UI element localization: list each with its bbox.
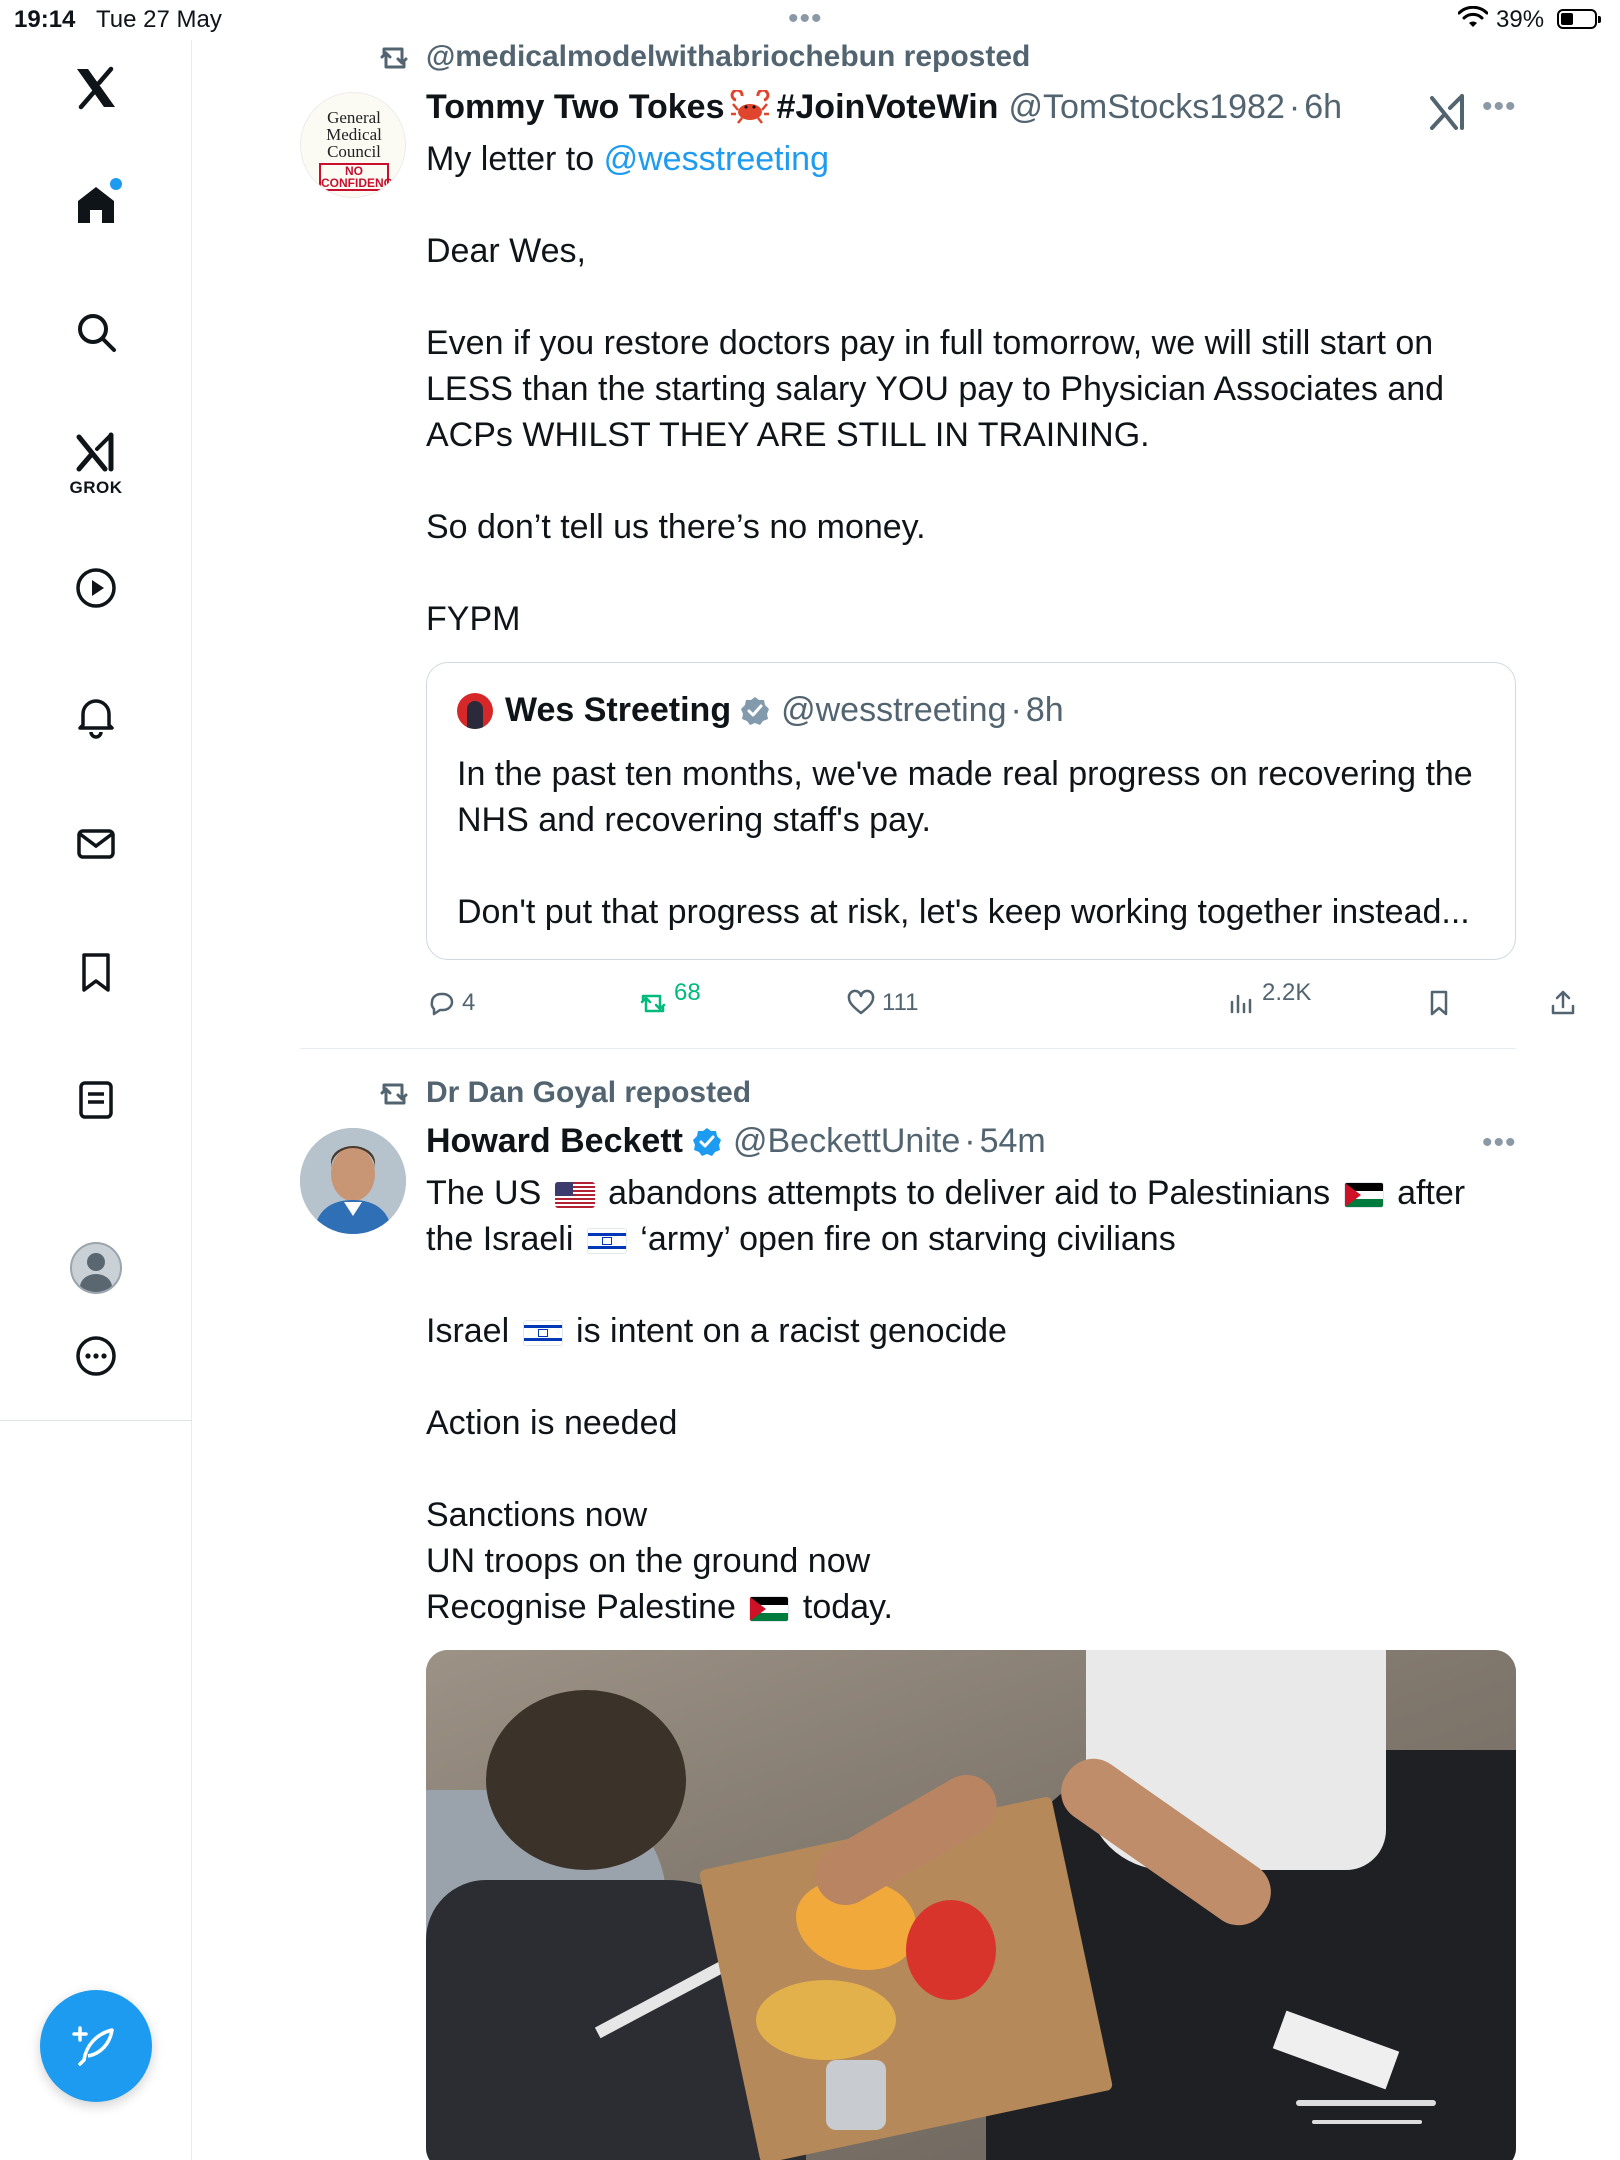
- repost-by-label: Dr Dan Goyal reposted: [426, 1076, 752, 1109]
- separator-dot: ·: [1010, 691, 1022, 729]
- sidebar-nav: GROK: [0, 40, 192, 2160]
- search-icon[interactable]: [66, 302, 126, 362]
- mention-link[interactable]: @wesstreeting: [604, 140, 829, 178]
- quote-text: In the past ten months, we've made real …: [457, 755, 1483, 931]
- repost-icon: [640, 994, 666, 1013]
- author-name[interactable]: Howard Beckett: [426, 1122, 683, 1161]
- verified-badge-icon: [741, 696, 770, 725]
- wifi-icon: [1458, 6, 1488, 27]
- repost-icon: [380, 1083, 408, 1105]
- author-handle[interactable]: @TomStocks1982: [1008, 88, 1284, 127]
- video-watermark: [1296, 2090, 1456, 2140]
- quote-header: Wes Streeting @wesstreeting · 8h: [457, 691, 1064, 730]
- author-avatar[interactable]: [300, 1128, 406, 1234]
- separator-dot: ·: [964, 1122, 976, 1160]
- bookmark-icon: [1430, 990, 1448, 1016]
- view-count: 2.2K: [1262, 979, 1312, 1006]
- like-button[interactable]: 111: [846, 988, 918, 1018]
- x-logo-icon[interactable]: [66, 58, 126, 118]
- notifications-icon[interactable]: [66, 686, 126, 746]
- quote-author-name: Wes Streeting: [505, 691, 732, 729]
- tweet-divider: [300, 1048, 1516, 1049]
- author-avatar[interactable]: General Medical Council NO CONFIDENCE: [300, 92, 406, 198]
- author-name[interactable]: Tommy Two Tokes: [426, 88, 724, 127]
- grok-explain-icon[interactable]: [1428, 92, 1470, 134]
- repost-indicator[interactable]: Dr Dan Goyal reposted: [378, 1076, 751, 1110]
- israel-flag-icon: [586, 1228, 627, 1254]
- tweet-text: The US abandons attempts to deliver aid …: [426, 1174, 1466, 1626]
- status-bar: 19:14 Tue 27 May ••• 39%: [0, 0, 1620, 40]
- tweet-header: Tommy Two Tokes #JoinVoteWin @TomStocks1…: [426, 88, 1342, 127]
- share-icon: [1551, 990, 1575, 1015]
- no-confidence-stamp: NO CONFIDENCE: [319, 163, 401, 191]
- timeline-feed: @medicalmodelwithabriochebun reposted Ge…: [192, 40, 1620, 2160]
- compose-feather-icon: [72, 2026, 114, 2066]
- repost-indicator[interactable]: @medicalmodelwithabriochebun reposted: [378, 40, 1030, 74]
- palestine-flag-icon: [749, 1596, 790, 1622]
- repost-count: 68: [674, 979, 701, 1006]
- tweet-text: My letter to @wesstreeting Dear Wes, Eve…: [426, 140, 1452, 638]
- quoted-tweet[interactable]: Wes Streeting @wesstreeting · 8h In the …: [426, 662, 1516, 960]
- video-icon[interactable]: [66, 558, 126, 618]
- bookmark-button[interactable]: [1424, 988, 1460, 1018]
- tweet-time[interactable]: 54m: [980, 1122, 1046, 1161]
- tweet-video-thumbnail[interactable]: [426, 1650, 1516, 2160]
- like-count: 111: [882, 989, 919, 1016]
- crab-emoji-icon: [731, 89, 770, 124]
- author-handle[interactable]: @BeckettUnite: [733, 1122, 960, 1161]
- reply-count: 4: [462, 989, 476, 1016]
- author-photo: [300, 1128, 406, 1234]
- battery-level: [1561, 13, 1573, 25]
- battery-percent: 39%: [1496, 6, 1545, 33]
- avatar-logo-text: General Medical Council: [326, 108, 382, 161]
- grok-label: GROK: [69, 478, 123, 497]
- quote-author-handle: @wesstreeting: [781, 691, 1007, 729]
- more-icon[interactable]: [66, 1326, 126, 1386]
- repost-button[interactable]: 68: [638, 979, 701, 1018]
- reply-button[interactable]: 4: [426, 988, 475, 1018]
- author-hashtag[interactable]: #JoinVoteWin: [776, 88, 998, 127]
- verified-badge-icon: [692, 1127, 721, 1156]
- more-options-icon[interactable]: •••: [1482, 1126, 1517, 1160]
- israel-flag-icon: [522, 1320, 563, 1346]
- messages-icon[interactable]: [66, 814, 126, 874]
- lists-icon[interactable]: [66, 1070, 126, 1130]
- share-button[interactable]: [1548, 988, 1584, 1018]
- tweet-header: Howard Beckett @BeckettUnite · 54m: [426, 1122, 1046, 1161]
- tweet-time[interactable]: 6h: [1304, 88, 1342, 127]
- profile-avatar[interactable]: [70, 1242, 122, 1294]
- home-icon[interactable]: [66, 174, 126, 234]
- repost-icon: [380, 47, 408, 69]
- tweet-actions: 4 68 111 2.2K: [426, 979, 1575, 1038]
- us-flag-icon: [554, 1182, 595, 1208]
- compose-button[interactable]: [40, 1990, 152, 2102]
- palestine-flag-icon: [1343, 1182, 1384, 1208]
- views-chart-icon: [1230, 994, 1252, 1014]
- notification-dot: [110, 178, 122, 190]
- views-button[interactable]: 2.2K: [1226, 979, 1311, 1018]
- repost-by-label: @medicalmodelwithabriochebun reposted: [426, 40, 1031, 73]
- heart-icon: [847, 989, 875, 1015]
- grok-icon[interactable]: [66, 422, 126, 482]
- quote-time: 8h: [1025, 691, 1064, 729]
- status-time: 19:14: [14, 6, 76, 33]
- quote-author-avatar: [457, 692, 493, 729]
- separator-dot: ·: [1288, 88, 1301, 126]
- multitasking-dots-icon[interactable]: •••: [788, 2, 823, 36]
- bookmarks-icon[interactable]: [66, 942, 126, 1002]
- status-date: Tue 27 May: [96, 6, 222, 33]
- more-options-icon[interactable]: •••: [1482, 90, 1517, 124]
- sidebar-divider: [0, 1420, 192, 1421]
- reply-icon: [430, 992, 454, 1016]
- battery-icon: [1557, 9, 1601, 29]
